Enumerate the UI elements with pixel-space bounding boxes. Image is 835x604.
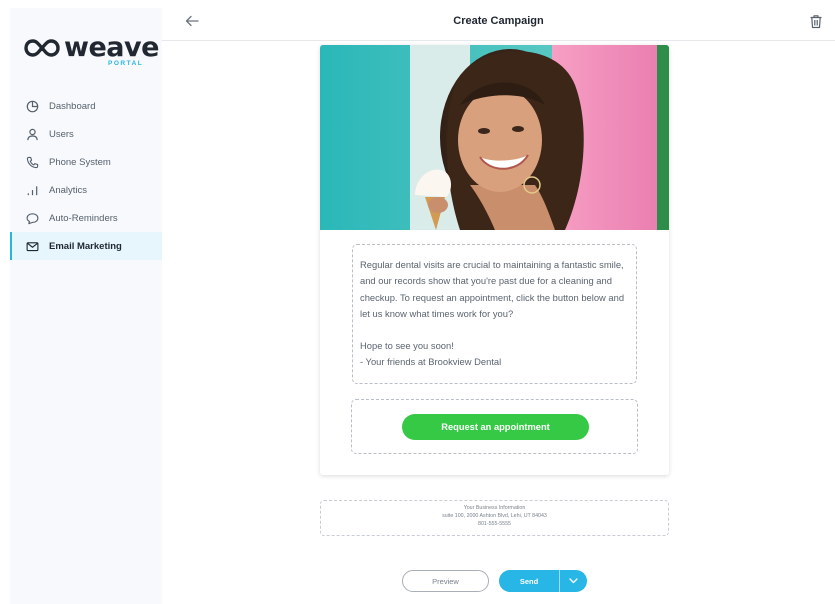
page-title: Create Campaign (453, 15, 544, 27)
sidebar: weave PORTAL Dashboard Users Phone Syste… (10, 8, 162, 604)
request-appointment-button[interactable]: Request an appointment (402, 414, 589, 440)
chat-bubble-icon (25, 211, 39, 225)
sidebar-item-analytics[interactable]: Analytics (10, 176, 162, 204)
business-phone: 801-555-5555 (478, 520, 511, 527)
email-signoff-line: Hope to see you soon! (360, 340, 454, 352)
sidebar-item-email-marketing[interactable]: Email Marketing (10, 232, 162, 260)
header-bar: Create Campaign (162, 0, 835, 41)
business-info-block[interactable]: Your Business Information suite 100, 200… (320, 500, 669, 536)
send-button[interactable]: Send (499, 570, 559, 592)
sidebar-item-phone-system[interactable]: Phone System (10, 148, 162, 176)
send-options-dropdown[interactable] (560, 570, 587, 592)
user-icon (25, 127, 39, 141)
chevron-down-icon (569, 578, 578, 584)
sidebar-item-users[interactable]: Users (10, 120, 162, 148)
weave-logo[interactable]: weave PORTAL (24, 32, 159, 72)
sidebar-item-dashboard[interactable]: Dashboard (10, 92, 162, 120)
trash-icon[interactable] (809, 14, 823, 29)
sidebar-item-label: Phone System (49, 156, 111, 168)
email-button-block[interactable]: Request an appointment (351, 399, 638, 454)
email-text-block[interactable]: Regular dental visits are crucial to mai… (352, 244, 637, 384)
send-button-group: Send (499, 570, 587, 592)
phone-icon (25, 155, 39, 169)
hero-image[interactable] (320, 45, 669, 230)
sidebar-item-label: Users (49, 128, 74, 140)
business-address: suite 100, 2000 Ashton Blvd, Lehi, UT 84… (442, 512, 547, 519)
business-info-title: Your Business Information (463, 505, 526, 511)
sidebar-item-label: Email Marketing (49, 240, 122, 252)
weave-infinity-logo-icon (24, 39, 60, 57)
sidebar-item-label: Dashboard (49, 100, 96, 112)
brand-subtitle: PORTAL (108, 60, 144, 67)
brand-name: weave (64, 32, 159, 63)
envelope-icon (25, 239, 39, 253)
sidebar-item-label: Analytics (49, 184, 88, 196)
email-preview-card: Regular dental visits are crucial to mai… (320, 45, 669, 475)
email-signature-line: - Your friends at Brookview Dental (360, 356, 502, 368)
hero-photo (320, 45, 669, 230)
preview-button[interactable]: Preview (402, 570, 489, 592)
email-body-paragraph: Regular dental visits are crucial to mai… (360, 259, 625, 319)
sidebar-nav: Dashboard Users Phone System Analytics A… (10, 92, 162, 260)
pie-chart-icon (25, 99, 39, 113)
sidebar-item-label: Auto-Reminders (49, 212, 118, 224)
sidebar-item-auto-reminders[interactable]: Auto-Reminders (10, 204, 162, 232)
bar-chart-icon (25, 183, 39, 197)
